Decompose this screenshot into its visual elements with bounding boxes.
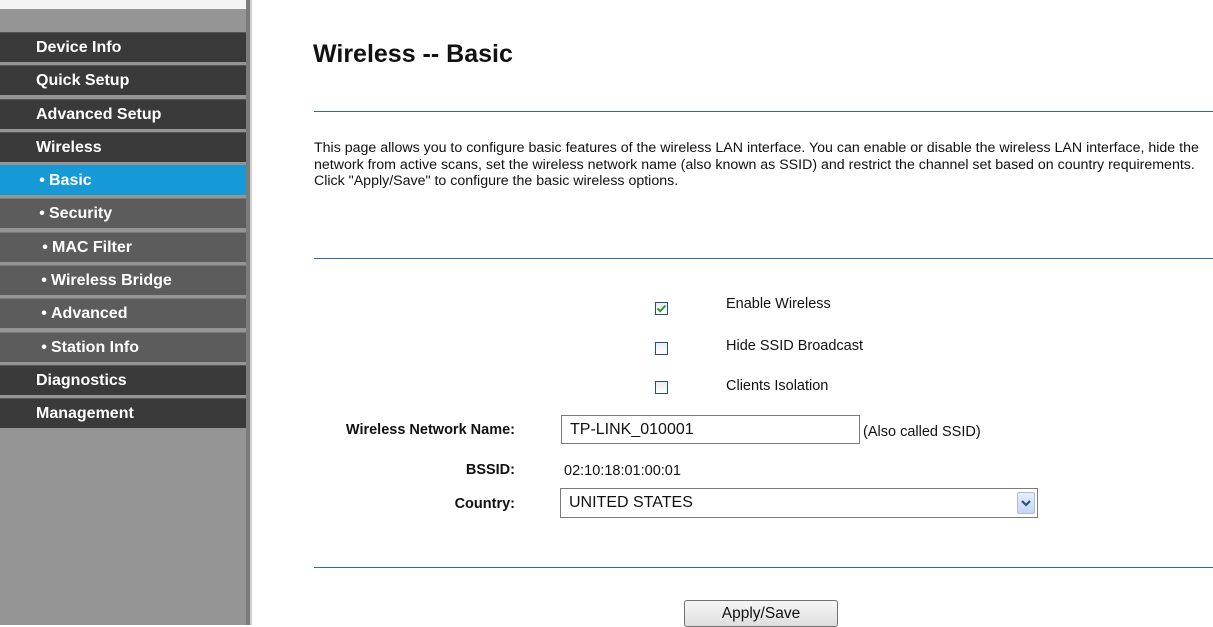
- sidebar-item-diagnostics[interactable]: Diagnostics: [0, 364, 246, 395]
- bssid-value: 02:10:18:01:00:01: [564, 463, 681, 479]
- chevron-down-icon-glyph: [1021, 500, 1031, 507]
- sidebar-nav: Device Info Quick Setup Advanced Setup W…: [0, 32, 246, 432]
- ssid-label: Wireless Network Name:: [345, 422, 515, 438]
- apply-save-button[interactable]: Apply/Save: [684, 600, 838, 627]
- sidebar-item-label: Diagnostics: [36, 371, 127, 389]
- bullet-icon: •: [42, 238, 48, 256]
- page-title: Wireless -- Basic: [313, 40, 513, 68]
- clients-isolation-checkbox[interactable]: [655, 381, 668, 394]
- hide-ssid-checkbox[interactable]: [655, 342, 668, 355]
- sidebar-item-device-info[interactable]: Device Info: [0, 32, 246, 62]
- sidebar-subitem-mac-filter[interactable]: • MAC Filter: [0, 231, 246, 262]
- sidebar-subitem-basic[interactable]: • Basic: [0, 165, 246, 196]
- bullet-icon: •: [39, 205, 45, 223]
- ssid-input[interactable]: [561, 415, 860, 444]
- sidebar-item-label: Security: [49, 205, 113, 223]
- bullet-icon: •: [39, 172, 45, 190]
- sidebar-item-label: Wireless: [36, 138, 102, 156]
- divider: [314, 567, 1213, 568]
- sidebar-subitem-advanced[interactable]: • Advanced: [0, 298, 246, 329]
- ssid-note: (Also called SSID): [863, 424, 981, 440]
- page-description: This page allows you to configure basic …: [314, 140, 1213, 190]
- country-value: UNITED STATES: [569, 494, 693, 511]
- sidebar-item-label: Basic: [49, 172, 92, 190]
- sidebar-subitem-station-info[interactable]: • Station Info: [0, 331, 246, 362]
- enable-wireless-label: Enable Wireless: [726, 296, 831, 312]
- sidebar: Device Info Quick Setup Advanced Setup W…: [0, 0, 246, 625]
- main-content: Wireless -- Basic This page allows you t…: [252, 0, 1213, 627]
- country-label: Country:: [454, 496, 515, 512]
- sidebar-item-label: Advanced Setup: [36, 105, 162, 123]
- checkmark-icon: [656, 304, 667, 313]
- sidebar-item-wireless[interactable]: Wireless: [0, 131, 246, 162]
- sidebar-subitem-wireless-bridge[interactable]: • Wireless Bridge: [0, 265, 246, 296]
- bullet-icon: •: [41, 338, 47, 356]
- chevron-down-icon[interactable]: [1017, 492, 1035, 514]
- sidebar-item-label: Device Info: [36, 39, 122, 56]
- sidebar-item-label: Advanced: [51, 305, 128, 323]
- description-instruction: Click "Apply/Save" to configure the basi…: [314, 173, 679, 189]
- sidebar-item-advanced-setup[interactable]: Advanced Setup: [0, 98, 246, 129]
- sidebar-item-quick-setup[interactable]: Quick Setup: [0, 65, 246, 96]
- clients-isolation-label: Clients Isolation: [726, 378, 829, 394]
- sidebar-item-label: MAC Filter: [52, 238, 132, 256]
- bullet-icon: •: [41, 305, 47, 323]
- bullet-icon: •: [41, 272, 47, 290]
- sidebar-item-label: Management: [36, 405, 134, 423]
- enable-wireless-checkbox[interactable]: [655, 302, 668, 315]
- divider: [314, 111, 1213, 112]
- sidebar-item-label: Quick Setup: [36, 72, 130, 90]
- sidebar-subitem-security[interactable]: • Security: [0, 198, 246, 229]
- divider: [314, 258, 1213, 259]
- country-select[interactable]: UNITED STATES: [560, 488, 1038, 518]
- description-text: This page allows you to configure basic …: [314, 140, 1199, 173]
- bssid-label: BSSID:: [465, 462, 515, 478]
- sidebar-item-label: Wireless Bridge: [51, 272, 172, 290]
- sidebar-item-label: Station Info: [51, 338, 139, 356]
- hide-ssid-label: Hide SSID Broadcast: [726, 338, 864, 354]
- sidebar-item-management[interactable]: Management: [0, 398, 246, 429]
